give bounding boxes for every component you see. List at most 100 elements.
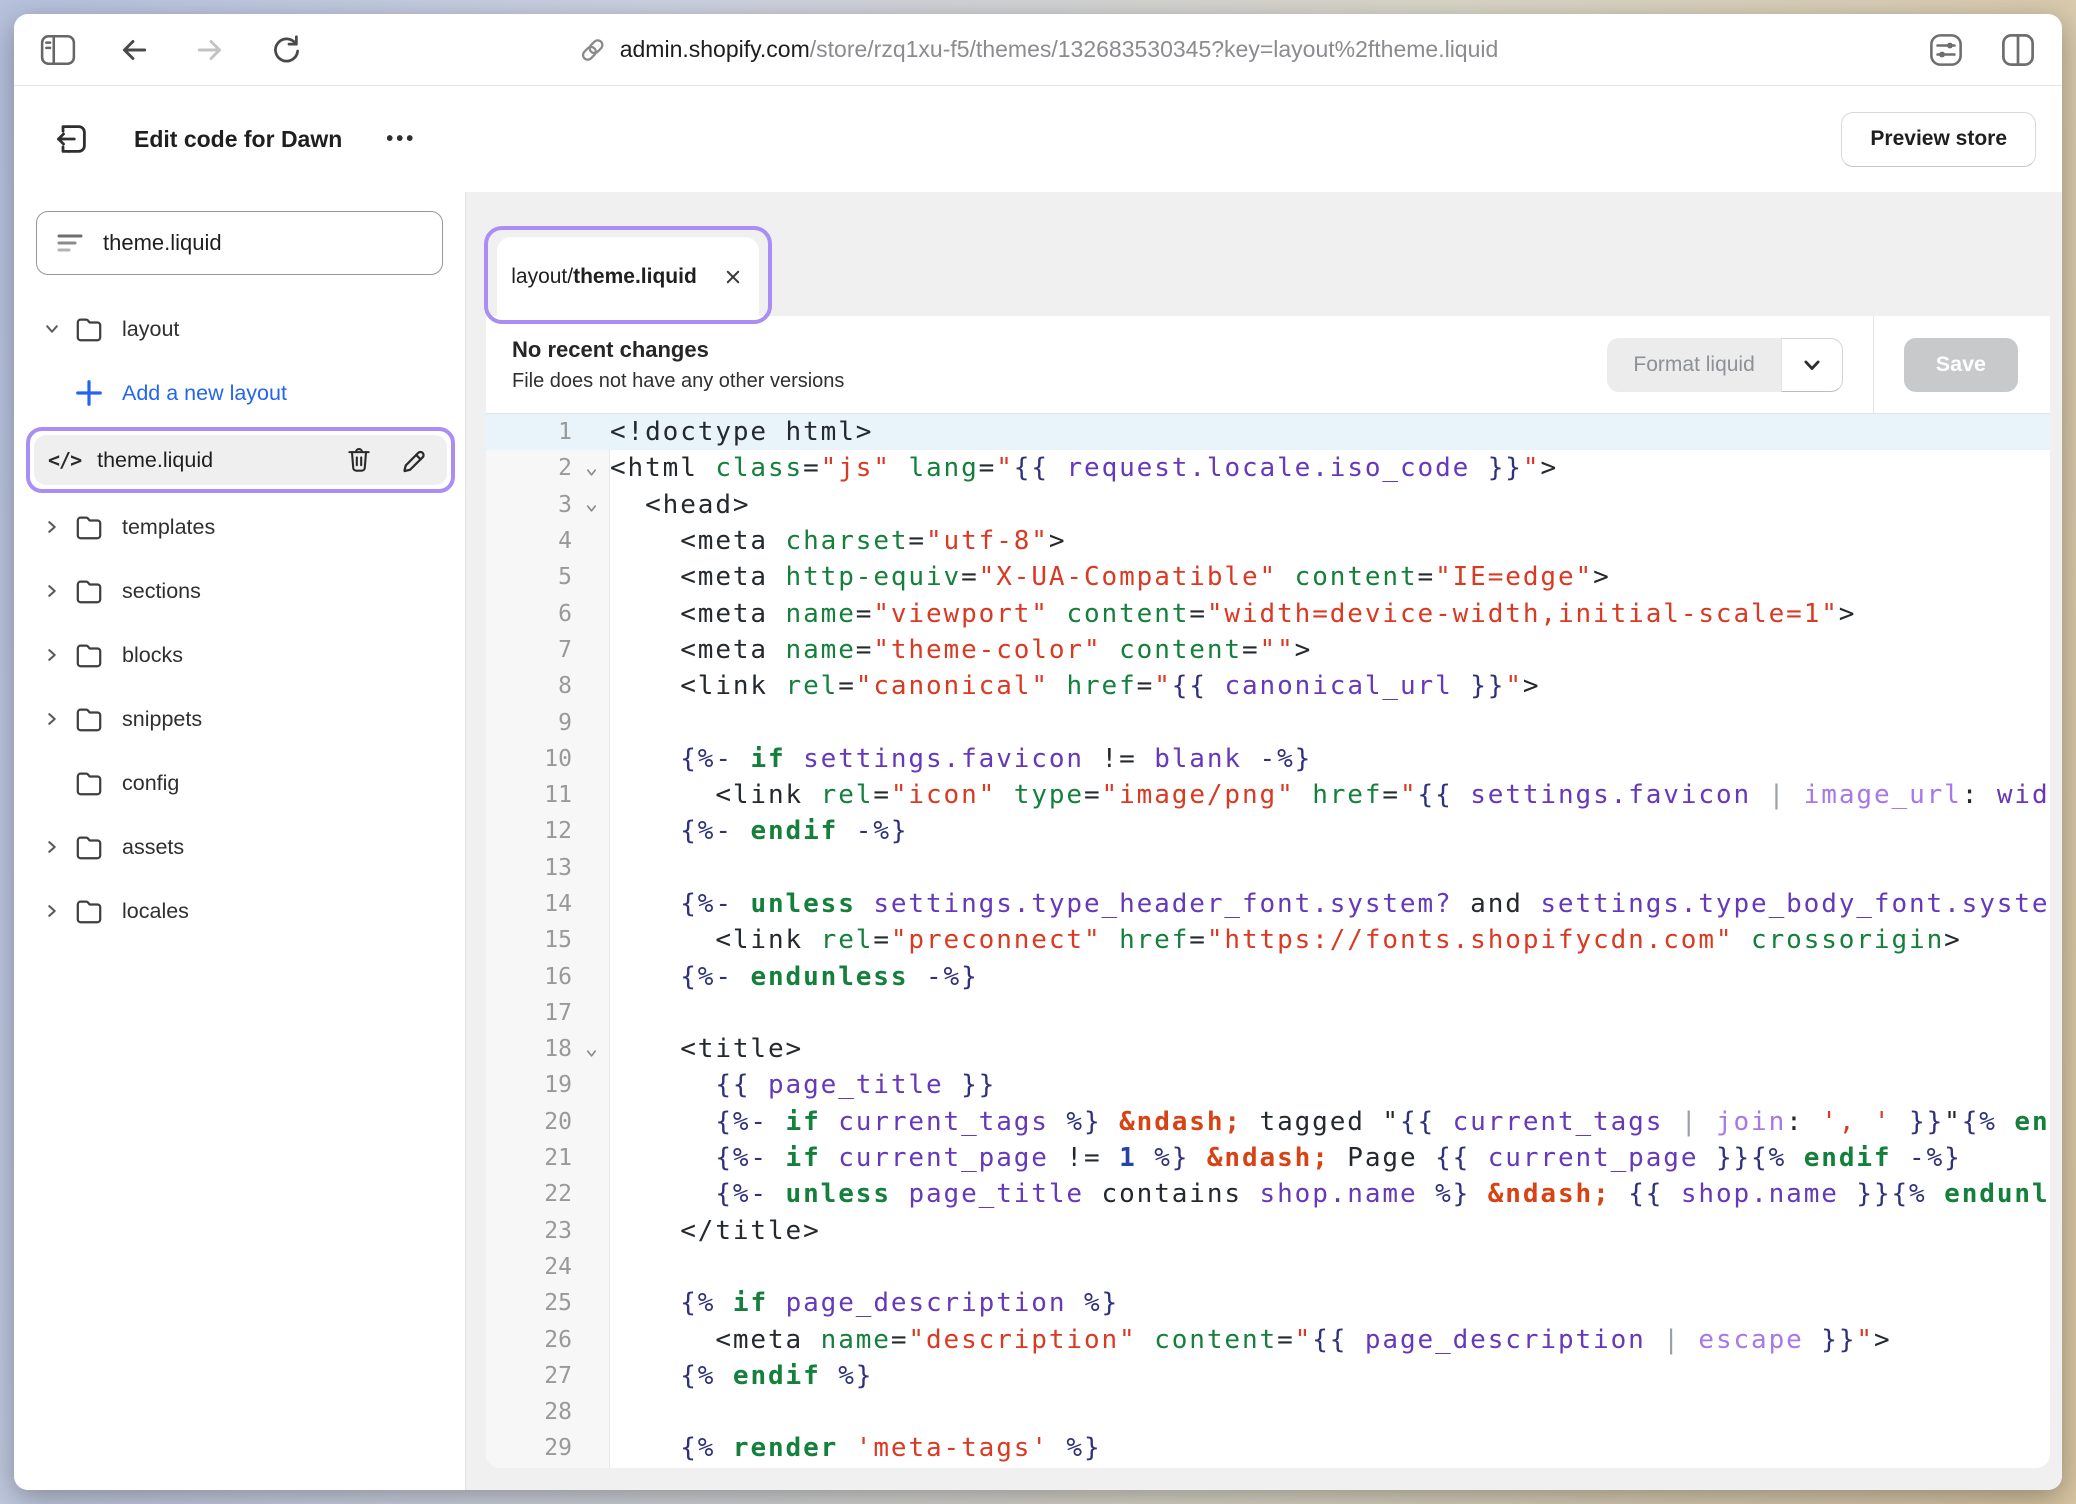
code-line[interactable]: 25 {% if page_description %} bbox=[486, 1285, 2050, 1321]
file-name-label: theme.liquid bbox=[97, 448, 213, 473]
format-liquid-dropdown[interactable] bbox=[1781, 338, 1843, 392]
code-line[interactable]: 29 {% render 'meta-tags' %} bbox=[486, 1430, 2050, 1466]
code-line[interactable]: 4 <meta charset="utf-8"> bbox=[486, 523, 2050, 559]
code-line[interactable]: 27 {% endif %} bbox=[486, 1358, 2050, 1394]
line-number: 1 bbox=[486, 419, 572, 445]
code-line[interactable]: 1 <!doctype html> bbox=[486, 414, 2050, 450]
sidebar-item-config[interactable]: config bbox=[36, 751, 443, 815]
file-search-box[interactable] bbox=[36, 211, 443, 275]
code-text: <meta name="description" content="{{ pag… bbox=[610, 1325, 2050, 1355]
code-line[interactable]: 20 {%- if current_tags %} &ndash; tagged… bbox=[486, 1104, 2050, 1140]
folder-icon bbox=[70, 769, 108, 797]
code-line[interactable]: 22 {%- unless page_title contains shop.n… bbox=[486, 1176, 2050, 1212]
code-editor[interactable]: 1 <!doctype html>2<html class="js" lang="… bbox=[486, 414, 2050, 1468]
search-input[interactable] bbox=[103, 230, 424, 256]
code-line[interactable]: 9 bbox=[486, 704, 2050, 740]
fold-caret-icon[interactable] bbox=[572, 457, 610, 480]
chevron-right-icon[interactable] bbox=[36, 900, 68, 922]
sidebar-item-theme-liquid[interactable]: </>theme.liquid bbox=[26, 427, 455, 493]
back-button[interactable] bbox=[116, 32, 152, 68]
code-line[interactable]: 24 bbox=[486, 1249, 2050, 1285]
split-view-button[interactable] bbox=[2000, 32, 2036, 68]
code-text: {%- endif -%} bbox=[610, 816, 2050, 846]
fold-spacer bbox=[572, 537, 610, 545]
chevron-right-icon[interactable] bbox=[36, 836, 68, 858]
fold-spacer bbox=[572, 1263, 610, 1271]
code-line[interactable]: 6 <meta name="viewport" content="width=d… bbox=[486, 595, 2050, 631]
sidebar-item-layout[interactable]: layout bbox=[36, 297, 443, 361]
code-line[interactable]: 21 {%- if current_page != 1 %} &ndash; P… bbox=[486, 1140, 2050, 1176]
chevron-right-icon[interactable] bbox=[36, 516, 68, 538]
folder-icon bbox=[70, 641, 108, 669]
code-line[interactable]: 16 {%- endunless -%} bbox=[486, 958, 2050, 994]
code-line[interactable]: 18 <title> bbox=[486, 1031, 2050, 1067]
fold-caret-icon[interactable] bbox=[572, 1038, 610, 1061]
more-actions-button[interactable]: ••• bbox=[386, 128, 416, 151]
sidebar-toggle-button[interactable] bbox=[40, 32, 76, 68]
code-text: <!doctype html> bbox=[610, 417, 2050, 447]
save-button[interactable]: Save bbox=[1904, 338, 2018, 392]
chevron-down-icon[interactable] bbox=[36, 318, 68, 340]
split-view-icon bbox=[2000, 32, 2036, 68]
format-liquid-button[interactable]: Format liquid bbox=[1607, 338, 1780, 392]
code-line[interactable]: 17 bbox=[486, 995, 2050, 1031]
fold-caret-icon[interactable] bbox=[572, 493, 610, 516]
sidebar-item-templates[interactable]: templates bbox=[36, 495, 443, 559]
code-text: {%- if current_page != 1 %} &ndash; Page… bbox=[610, 1143, 2050, 1173]
chevron-right-icon[interactable] bbox=[36, 580, 68, 602]
fold-spacer bbox=[572, 646, 610, 654]
preview-store-button[interactable]: Preview store bbox=[1841, 112, 2036, 167]
forward-button[interactable] bbox=[192, 32, 228, 68]
sidebar-item-sections[interactable]: sections bbox=[36, 559, 443, 623]
code-line[interactable]: 14 {%- unless settings.type_header_font.… bbox=[486, 886, 2050, 922]
exit-editor-button[interactable] bbox=[54, 121, 90, 157]
exit-icon bbox=[54, 121, 90, 157]
page-settings-button[interactable] bbox=[1928, 32, 1964, 68]
sidebar-item-locales[interactable]: locales bbox=[36, 879, 443, 943]
fold-spacer bbox=[572, 1444, 610, 1452]
address-bar[interactable]: admin.shopify.com/store/rzq1xu-f5/themes… bbox=[578, 35, 1499, 65]
code-line[interactable]: 19 {{ page_title }} bbox=[486, 1067, 2050, 1103]
filter-icon bbox=[55, 230, 85, 256]
code-line[interactable]: 28 bbox=[486, 1394, 2050, 1430]
code-text: <head> bbox=[610, 490, 2050, 520]
fold-spacer bbox=[572, 900, 610, 908]
reload-button[interactable] bbox=[268, 32, 304, 68]
url-host: admin.shopify.com bbox=[620, 36, 810, 62]
code-line[interactable]: 10 {%- if settings.favicon != blank -%} bbox=[486, 741, 2050, 777]
code-line[interactable]: 26 <meta name="description" content="{{ … bbox=[486, 1321, 2050, 1357]
fold-spacer bbox=[572, 1009, 610, 1017]
chevron-right-icon[interactable] bbox=[36, 708, 68, 730]
fold-spacer bbox=[572, 1227, 610, 1235]
code-line[interactable]: 5 <meta http-equiv="X-UA-Compatible" con… bbox=[486, 559, 2050, 595]
code-line[interactable]: 3 <head> bbox=[486, 487, 2050, 523]
forward-arrow-icon bbox=[193, 33, 227, 67]
code-text: <html class="js" lang="{{ request.locale… bbox=[610, 453, 2050, 483]
tree-item-label: locales bbox=[122, 899, 189, 924]
code-line[interactable]: 23 </title> bbox=[486, 1213, 2050, 1249]
line-number: 9 bbox=[486, 710, 572, 736]
tree-item-label: Add a new layout bbox=[122, 381, 287, 406]
line-number: 18 bbox=[486, 1036, 572, 1062]
sidebar-item-snippets[interactable]: snippets bbox=[36, 687, 443, 751]
rename-file-button[interactable] bbox=[399, 445, 429, 475]
code-line[interactable]: 2<html class="js" lang="{{ request.local… bbox=[486, 450, 2050, 486]
tab-close-icon[interactable] bbox=[721, 265, 745, 289]
sidebar-item-assets[interactable]: assets bbox=[36, 815, 443, 879]
code-line[interactable]: 12 {%- endif -%} bbox=[486, 813, 2050, 849]
code-line[interactable]: 11 <link rel="icon" type="image/png" hre… bbox=[486, 777, 2050, 813]
code-line[interactable]: 13 bbox=[486, 850, 2050, 886]
code-line[interactable]: 15 <link rel="preconnect" href="https://… bbox=[486, 922, 2050, 958]
code-line[interactable]: 8 <link rel="canonical" href="{{ canonic… bbox=[486, 668, 2050, 704]
sidebar-item-add-a-new-layout[interactable]: Add a new layout bbox=[36, 361, 443, 425]
code-line[interactable]: 7 <meta name="theme-color" content=""> bbox=[486, 632, 2050, 668]
code-text: {{ page_title }} bbox=[610, 1070, 2050, 1100]
line-number: 23 bbox=[486, 1218, 572, 1244]
fold-spacer bbox=[572, 1336, 610, 1344]
tab-layout-theme-liquid[interactable]: layout/theme.liquid bbox=[497, 237, 759, 316]
sidebar-item-blocks[interactable]: blocks bbox=[36, 623, 443, 687]
delete-file-button[interactable] bbox=[345, 445, 373, 475]
folder-icon bbox=[70, 705, 108, 733]
fold-spacer bbox=[572, 1118, 610, 1126]
chevron-right-icon[interactable] bbox=[36, 644, 68, 666]
